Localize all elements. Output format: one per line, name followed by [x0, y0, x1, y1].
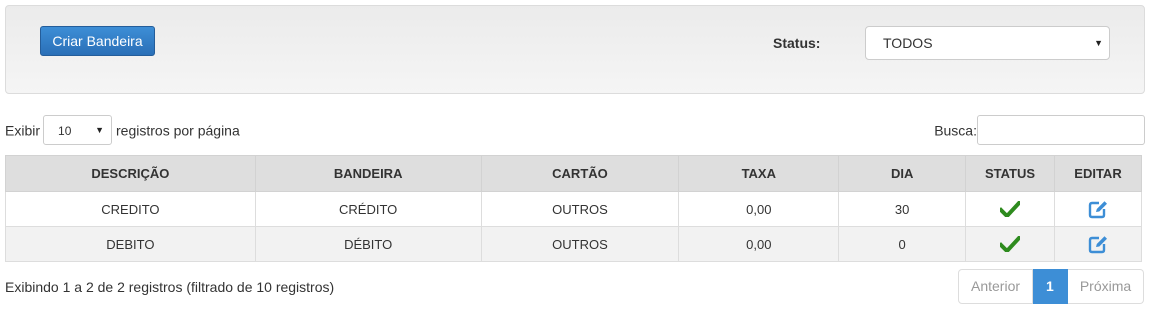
status-label: Status: — [773, 35, 821, 51]
pagination-next[interactable]: Próxima — [1067, 269, 1145, 304]
header-status[interactable]: STATUS — [965, 155, 1055, 192]
cell-cartao: OUTROS — [480, 191, 680, 227]
pagination-previous[interactable]: Anterior — [958, 269, 1034, 304]
table-row: CREDITO CRÉDITO OUTROS 0,00 30 — [5, 191, 1142, 227]
search-control: Busca: — [934, 114, 1145, 146]
cell-status — [965, 226, 1055, 262]
cell-taxa: 0,00 — [678, 226, 840, 262]
cell-cartao: OUTROS — [480, 226, 680, 262]
check-icon — [1000, 236, 1021, 253]
header-taxa[interactable]: TAXA — [678, 155, 840, 192]
page-length-value: 10 — [58, 124, 72, 139]
cell-taxa: 0,00 — [678, 191, 840, 227]
cell-dia: 30 — [838, 191, 967, 227]
header-bandeira[interactable]: BANDEIRA — [254, 155, 482, 192]
cell-status — [965, 191, 1055, 227]
create-bandeira-button[interactable]: Criar Bandeira — [40, 26, 155, 56]
edit-icon[interactable] — [1088, 235, 1108, 254]
edit-icon[interactable] — [1088, 200, 1108, 219]
header-editar[interactable]: EDITAR — [1054, 155, 1142, 192]
cell-descricao: CREDITO — [5, 191, 256, 227]
table-info: Exibindo 1 a 2 de 2 registros (filtrado … — [5, 279, 335, 295]
header-dia[interactable]: DIA — [838, 155, 967, 192]
header-descricao[interactable]: DESCRIÇÃO — [5, 155, 256, 192]
cell-editar — [1054, 226, 1142, 262]
caret-down-icon: ▼ — [1094, 38, 1103, 48]
cell-bandeira: DÉBITO — [254, 226, 482, 262]
page-length-select[interactable]: 10 ▼ — [43, 115, 113, 146]
check-icon — [1000, 201, 1021, 218]
pagination: Anterior 1 Próxima — [958, 269, 1145, 304]
page-length-prefix: Exibir — [5, 122, 41, 139]
cell-descricao: DEBITO — [5, 226, 256, 262]
page-length-control: Exibir 10 ▼ registros por página — [5, 114, 240, 146]
cell-dia: 0 — [838, 226, 967, 262]
table-header-row: DESCRIÇÃO BANDEIRA CARTÃO TAXA DIA STATU… — [5, 155, 1142, 192]
page-length-suffix: registros por página — [116, 122, 240, 139]
bandeiras-table: DESCRIÇÃO BANDEIRA CARTÃO TAXA DIA STATU… — [5, 155, 1142, 262]
search-label: Busca: — [934, 122, 977, 139]
table-row: DEBITO DÉBITO OUTROS 0,00 0 — [5, 226, 1142, 262]
search-input[interactable] — [977, 115, 1145, 146]
header-cartao[interactable]: CARTÃO — [480, 155, 680, 192]
status-select[interactable]: TODOS ▼ — [865, 26, 1110, 60]
cell-editar — [1054, 191, 1142, 227]
caret-down-icon: ▼ — [95, 125, 105, 136]
pagination-page-1[interactable]: 1 — [1033, 269, 1068, 304]
filter-panel: Criar Bandeira Status: TODOS ▼ — [5, 5, 1145, 94]
cell-bandeira: CRÉDITO — [254, 191, 482, 227]
status-select-value: TODOS — [883, 35, 933, 51]
